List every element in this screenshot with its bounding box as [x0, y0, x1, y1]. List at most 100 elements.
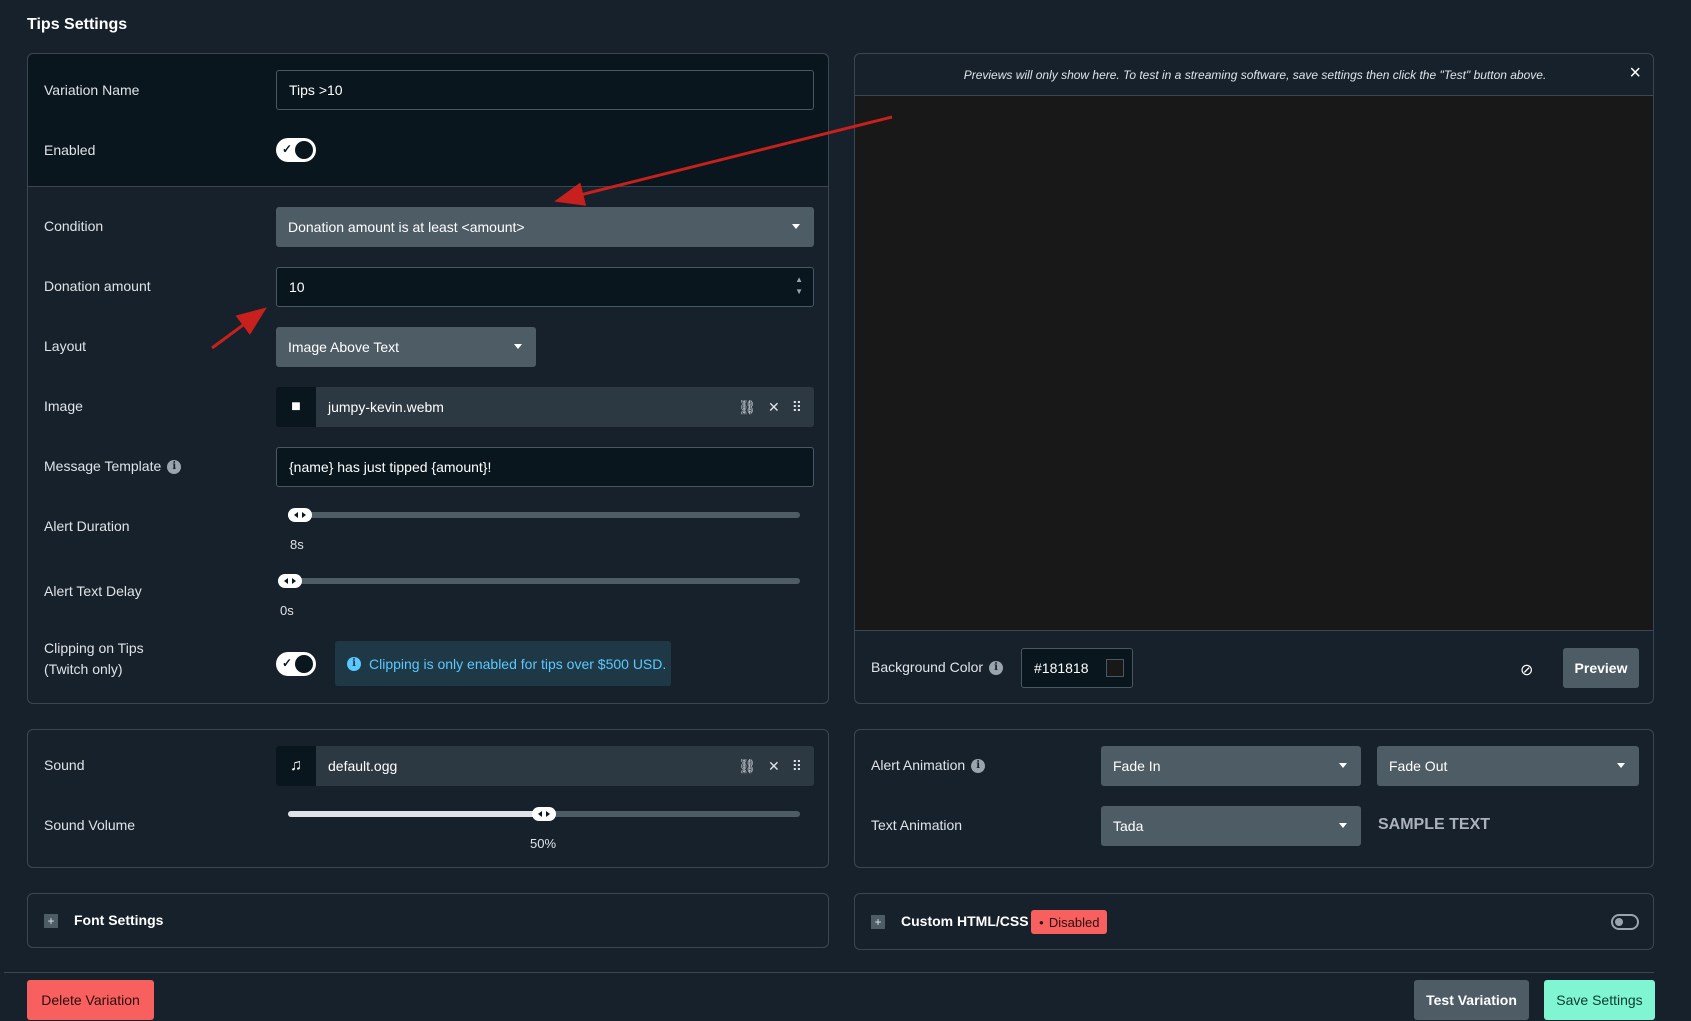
layout-label: Layout: [44, 338, 87, 354]
condition-label: Condition: [44, 218, 104, 234]
close-icon[interactable]: ✕: [768, 399, 780, 416]
alert-in-value: Fade In: [1113, 758, 1161, 774]
message-template-label: Message Template i: [44, 458, 182, 475]
status-badge-text: Disabled: [1048, 914, 1100, 930]
enabled-toggle[interactable]: ✓: [276, 138, 316, 162]
slider-fill: [288, 811, 544, 817]
layout-value: Image Above Text: [288, 339, 400, 355]
background-color-label-text: Background Color: [871, 659, 984, 675]
alert-text-delay-slider[interactable]: [278, 574, 800, 588]
status-badge: ● Disabled: [1031, 910, 1108, 934]
variation-settings-panel: Variation Name Tips >10 Enabled ✓ Condit…: [27, 53, 829, 704]
background-color-value: #181818: [1034, 660, 1089, 676]
preview-panel: Previews will only show here. To test in…: [854, 53, 1654, 704]
check-icon: ✓: [282, 656, 293, 670]
message-template-input[interactable]: {name} has just tipped {amount}!: [276, 447, 814, 487]
alert-in-select[interactable]: Fade In: [1101, 746, 1361, 786]
chevron-down-icon: [1617, 763, 1625, 768]
toggle-knob: [1615, 918, 1623, 926]
alert-duration-value: 8s: [290, 537, 304, 552]
slider-thumb[interactable]: [288, 508, 312, 522]
link-icon[interactable]: ⛓: [738, 399, 756, 416]
donation-amount-label: Donation amount: [44, 278, 151, 294]
text-animation-value: Tada: [1113, 818, 1144, 834]
image-file-name: jumpy-kevin.webm: [328, 399, 444, 415]
sound-panel: Sound ♫ default.ogg ⛓ ✕ ⠿ Sound Volume 5…: [27, 729, 829, 868]
info-icon[interactable]: i: [167, 460, 182, 475]
alert-duration-slider[interactable]: [288, 508, 800, 522]
image-file-field[interactable]: ■ jumpy-kevin.webm ⛓ ✕ ⠿: [276, 387, 814, 427]
info-icon[interactable]: i: [989, 661, 1004, 676]
custom-html-label: Custom HTML/CSS: [901, 913, 1029, 929]
save-settings-button[interactable]: Save Settings: [1544, 980, 1655, 1020]
clipping-label-line1: Clipping on Tips: [44, 640, 144, 656]
alert-animation-label: Alert Animation i: [871, 757, 986, 774]
chevron-down-icon: [792, 224, 800, 229]
condition-select[interactable]: Donation amount is at least <amount>: [276, 207, 814, 247]
text-animation-select[interactable]: Tada: [1101, 806, 1361, 846]
donation-amount-input[interactable]: 10 ▲ ▼: [276, 267, 814, 307]
delete-variation-button[interactable]: Delete Variation: [27, 980, 154, 1020]
preview-canvas: [855, 95, 1653, 631]
background-color-label: Background Color i: [871, 659, 1004, 676]
expand-plus-icon[interactable]: +: [871, 915, 885, 929]
alert-out-select[interactable]: Fade Out: [1377, 746, 1639, 786]
test-variation-button[interactable]: Test Variation: [1414, 980, 1529, 1020]
footer-divider: [4, 972, 1654, 973]
custom-html-toggle[interactable]: [1611, 914, 1639, 930]
slider-thumb[interactable]: [532, 807, 556, 821]
donation-amount-value: 10: [289, 279, 305, 295]
color-swatch[interactable]: [1106, 659, 1124, 677]
message-template-label-text: Message Template: [44, 458, 162, 474]
clipping-toggle[interactable]: ✓: [276, 652, 316, 676]
grid-icon[interactable]: ⠿: [792, 758, 802, 775]
animation-panel: Alert Animation i Fade In Fade Out Text A…: [854, 729, 1654, 868]
eye-slash-icon[interactable]: ⊘: [1520, 660, 1533, 680]
link-icon[interactable]: ⛓: [738, 758, 756, 775]
custom-html-panel[interactable]: + Custom HTML/CSS ● Disabled: [854, 893, 1654, 950]
page-title: Tips Settings: [27, 16, 128, 33]
expand-plus-icon[interactable]: +: [44, 914, 58, 928]
clipping-info-text: Clipping is only enabled for tips over $…: [369, 655, 667, 672]
sound-file-field[interactable]: ♫ default.ogg ⛓ ✕ ⠿: [276, 746, 814, 786]
close-icon[interactable]: ×: [1629, 62, 1641, 85]
preview-notice: Previews will only show here. To test in…: [963, 68, 1547, 82]
preview-button[interactable]: Preview: [1563, 648, 1639, 688]
sound-volume-label: Sound Volume: [44, 817, 136, 833]
sound-volume-slider[interactable]: [288, 807, 800, 821]
alert-duration-label: Alert Duration: [44, 518, 130, 534]
video-camera-icon: ■: [276, 387, 316, 427]
chevron-down-icon: [1339, 823, 1347, 828]
chevron-down-icon: [514, 344, 522, 349]
enabled-label: Enabled: [44, 142, 96, 158]
layout-select[interactable]: Image Above Text: [276, 327, 536, 367]
sample-text: SAMPLE TEXT: [1378, 816, 1491, 833]
toggle-knob: [295, 655, 313, 673]
spinner-icon[interactable]: ▲ ▼: [795, 274, 803, 298]
music-note-icon: ♫: [276, 746, 316, 786]
alert-animation-label-text: Alert Animation: [871, 757, 966, 773]
sound-file-name: default.ogg: [328, 758, 398, 774]
image-label: Image: [44, 398, 83, 414]
background-color-input[interactable]: #181818: [1021, 648, 1133, 688]
alert-text-delay-value: 0s: [280, 603, 294, 618]
chevron-down-icon: [1339, 763, 1347, 768]
clipping-label-line2: (Twitch only): [44, 661, 123, 677]
grid-icon[interactable]: ⠿: [792, 399, 802, 416]
variation-name-label: Variation Name: [44, 82, 140, 98]
sound-volume-value: 50%: [530, 836, 557, 851]
variation-name-input[interactable]: Tips >10: [276, 70, 814, 110]
condition-value: Donation amount is at least <amount>: [288, 219, 525, 235]
check-icon: ✓: [282, 142, 293, 156]
close-icon[interactable]: ✕: [768, 758, 780, 775]
clipping-label: Clipping on Tips (Twitch only): [44, 638, 144, 680]
slider-thumb[interactable]: [278, 574, 302, 588]
text-animation-label: Text Animation: [871, 817, 963, 833]
clipping-info-box: i Clipping is only enabled for tips over…: [335, 641, 671, 686]
sound-label: Sound: [44, 757, 85, 773]
toggle-knob: [295, 141, 313, 159]
font-settings-label: Font Settings: [74, 912, 164, 928]
font-settings-panel[interactable]: + Font Settings: [27, 893, 829, 948]
info-icon[interactable]: i: [971, 759, 986, 774]
alert-out-value: Fade Out: [1389, 758, 1448, 774]
